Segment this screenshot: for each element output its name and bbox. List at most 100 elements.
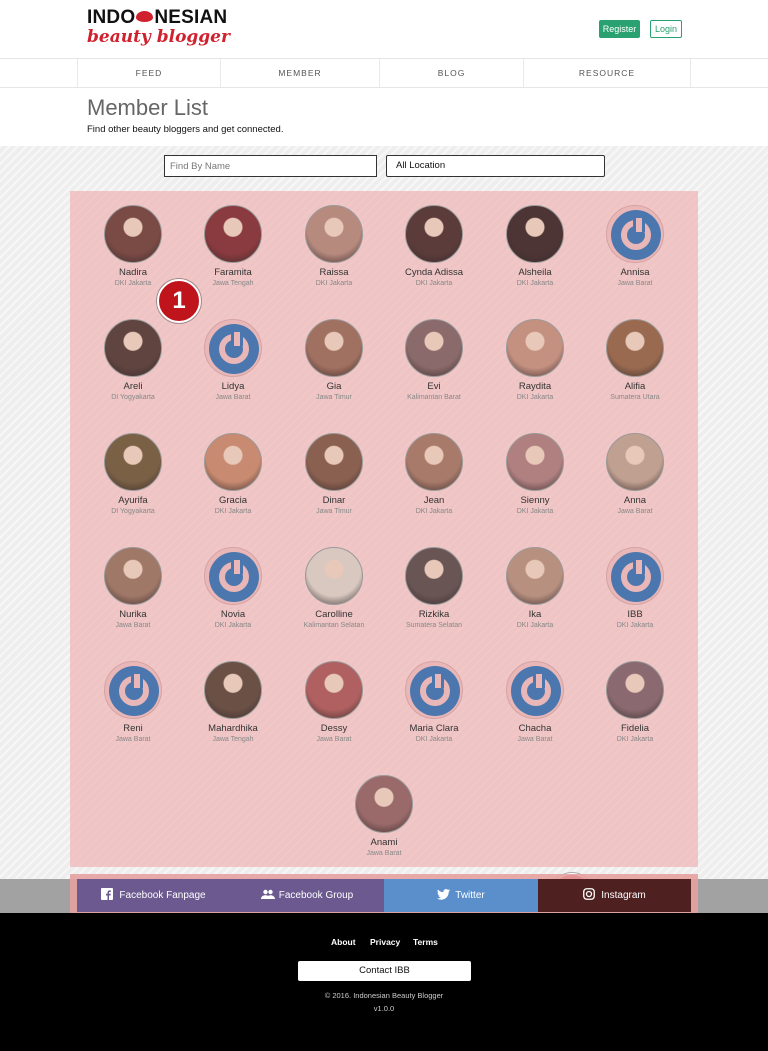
member-avatar[interactable] bbox=[204, 205, 262, 263]
member-card[interactable]: Gia Jawa Timur bbox=[284, 319, 384, 403]
member-avatar[interactable] bbox=[405, 205, 463, 263]
twitter-link[interactable]: Twitter bbox=[384, 879, 538, 912]
member-card[interactable]: Jean DKI Jakarta bbox=[384, 433, 484, 517]
member-avatar[interactable] bbox=[506, 547, 564, 605]
facebook-fanpage-link[interactable]: Facebook Fanpage bbox=[77, 879, 230, 912]
member-name[interactable]: Maria Clara bbox=[384, 723, 484, 735]
member-name[interactable]: Cynda Adissa bbox=[384, 267, 484, 279]
search-by-name-input[interactable] bbox=[164, 155, 377, 177]
member-avatar[interactable] bbox=[506, 205, 564, 263]
default-avatar-icon[interactable] bbox=[606, 547, 664, 605]
member-name[interactable]: Raissa bbox=[284, 267, 384, 279]
facebook-group-link[interactable]: Facebook Group bbox=[230, 879, 384, 912]
member-card[interactable]: Cynda Adissa DKI Jakarta bbox=[384, 205, 484, 289]
member-card[interactable]: Dessy Jawa Barat bbox=[284, 661, 384, 745]
member-name[interactable]: Alsheila bbox=[485, 267, 585, 279]
member-name[interactable]: IBB bbox=[585, 609, 685, 621]
member-card[interactable]: Ika DKI Jakarta bbox=[485, 547, 585, 631]
site-logo[interactable]: INDO NESIAN beauty blogger bbox=[87, 8, 230, 47]
member-name[interactable]: Areli bbox=[83, 381, 183, 393]
member-name[interactable]: Evi bbox=[384, 381, 484, 393]
instagram-link[interactable]: Instagram bbox=[538, 879, 691, 912]
member-card[interactable]: Nadira DKI Jakarta bbox=[83, 205, 183, 289]
member-avatar[interactable] bbox=[606, 433, 664, 491]
footer-link-privacy[interactable]: Privacy bbox=[370, 937, 400, 947]
nav-item-member[interactable]: MEMBER bbox=[220, 59, 379, 87]
member-card[interactable]: Evi Kalimantan Barat bbox=[384, 319, 484, 403]
member-card[interactable]: Annisa Jawa Barat bbox=[585, 205, 685, 289]
member-card[interactable]: Gracia DKI Jakarta bbox=[183, 433, 283, 517]
member-card[interactable]: Nurika Jawa Barat bbox=[83, 547, 183, 631]
member-card[interactable]: Raydita DKI Jakarta bbox=[485, 319, 585, 403]
member-card[interactable]: Sienny DKI Jakarta bbox=[485, 433, 585, 517]
member-card[interactable]: Rizkika Sumatera Selatan bbox=[384, 547, 484, 631]
member-avatar[interactable] bbox=[506, 319, 564, 377]
member-card[interactable]: Anami Jawa Barat bbox=[334, 775, 434, 859]
member-card[interactable]: Faramita Jawa Tengah bbox=[183, 205, 283, 289]
member-name[interactable]: Chacha bbox=[485, 723, 585, 735]
member-avatar[interactable] bbox=[606, 661, 664, 719]
member-name[interactable]: Raydita bbox=[485, 381, 585, 393]
default-avatar-icon[interactable] bbox=[506, 661, 564, 719]
member-avatar[interactable] bbox=[305, 547, 363, 605]
register-button[interactable]: Register bbox=[599, 20, 640, 38]
member-name[interactable]: Ika bbox=[485, 609, 585, 621]
member-name[interactable]: Lidya bbox=[183, 381, 283, 393]
member-card[interactable]: Mahardhika Jawa Tengah bbox=[183, 661, 283, 745]
member-card[interactable]: Reni Jawa Barat bbox=[83, 661, 183, 745]
member-avatar[interactable] bbox=[204, 433, 262, 491]
contact-ibb-button[interactable]: Contact IBB bbox=[298, 961, 471, 981]
member-card[interactable]: Ayurifa DI Yogyakarta bbox=[83, 433, 183, 517]
default-avatar-icon[interactable] bbox=[204, 547, 262, 605]
member-name[interactable]: Gia bbox=[284, 381, 384, 393]
nav-item-feed[interactable]: FEED bbox=[77, 59, 220, 87]
member-card[interactable]: Areli DI Yogyakarta bbox=[83, 319, 183, 403]
member-card[interactable]: Alifia Sumatera Utara bbox=[585, 319, 685, 403]
member-name[interactable]: Mahardhika bbox=[183, 723, 283, 735]
member-card[interactable]: Dinar Jawa Timur bbox=[284, 433, 384, 517]
footer-link-terms[interactable]: Terms bbox=[413, 937, 438, 947]
default-avatar-icon[interactable] bbox=[204, 319, 262, 377]
member-name[interactable]: Jean bbox=[384, 495, 484, 507]
member-avatar[interactable] bbox=[405, 319, 463, 377]
login-button[interactable]: Login bbox=[650, 20, 682, 38]
member-name[interactable]: Alifia bbox=[585, 381, 685, 393]
member-avatar[interactable] bbox=[606, 319, 664, 377]
member-card[interactable]: Anna Jawa Barat bbox=[585, 433, 685, 517]
nav-item-blog[interactable]: BLOG bbox=[379, 59, 523, 87]
member-name[interactable]: Carolline bbox=[284, 609, 384, 621]
member-name[interactable]: Ayurifa bbox=[83, 495, 183, 507]
member-card[interactable]: Fidelia DKI Jakarta bbox=[585, 661, 685, 745]
member-card[interactable]: Novia DKI Jakarta bbox=[183, 547, 283, 631]
member-avatar[interactable] bbox=[405, 433, 463, 491]
member-avatar[interactable] bbox=[506, 433, 564, 491]
member-avatar[interactable] bbox=[305, 319, 363, 377]
member-avatar[interactable] bbox=[104, 319, 162, 377]
default-avatar-icon[interactable] bbox=[606, 205, 664, 263]
nav-item-resource[interactable]: RESOURCE bbox=[523, 59, 691, 87]
default-avatar-icon[interactable] bbox=[104, 661, 162, 719]
member-name[interactable]: Annisa bbox=[585, 267, 685, 279]
member-avatar[interactable] bbox=[305, 661, 363, 719]
member-name[interactable]: Gracia bbox=[183, 495, 283, 507]
member-avatar[interactable] bbox=[104, 547, 162, 605]
member-name[interactable]: Rizkika bbox=[384, 609, 484, 621]
member-card[interactable]: Maria Clara DKI Jakarta bbox=[384, 661, 484, 745]
member-name[interactable]: Sienny bbox=[485, 495, 585, 507]
member-card[interactable]: IBB DKI Jakarta bbox=[585, 547, 685, 631]
member-avatar[interactable] bbox=[405, 547, 463, 605]
member-avatar[interactable] bbox=[305, 205, 363, 263]
member-avatar[interactable] bbox=[305, 433, 363, 491]
member-card[interactable]: Lidya Jawa Barat bbox=[183, 319, 283, 403]
member-name[interactable]: Fidelia bbox=[585, 723, 685, 735]
member-name[interactable]: Anna bbox=[585, 495, 685, 507]
member-card[interactable]: Chacha Jawa Barat bbox=[485, 661, 585, 745]
member-card[interactable]: Alsheila DKI Jakarta bbox=[485, 205, 585, 289]
member-name[interactable]: Novia bbox=[183, 609, 283, 621]
member-avatar[interactable] bbox=[355, 775, 413, 833]
member-avatar[interactable] bbox=[104, 433, 162, 491]
member-name[interactable]: Reni bbox=[83, 723, 183, 735]
member-avatar[interactable] bbox=[104, 205, 162, 263]
member-card[interactable]: Raissa DKI Jakarta bbox=[284, 205, 384, 289]
member-name[interactable]: Dinar bbox=[284, 495, 384, 507]
